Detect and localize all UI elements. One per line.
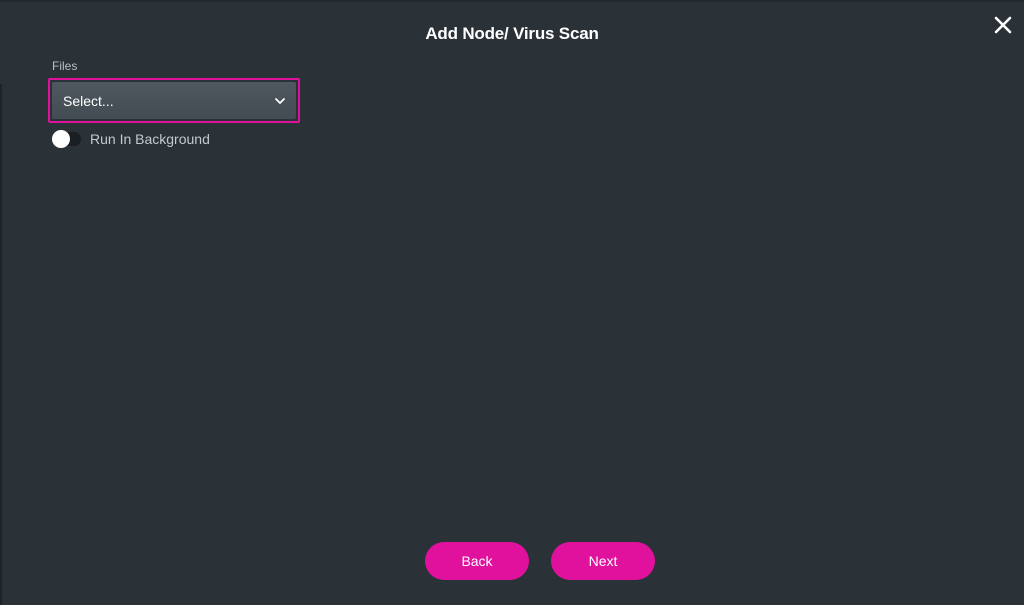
close-button[interactable] [990, 12, 1016, 38]
chevron-down-icon [275, 98, 285, 104]
left-border [0, 84, 2, 605]
files-select-value: Select... [63, 93, 114, 109]
next-button[interactable]: Next [551, 542, 655, 580]
toggle-knob [52, 130, 70, 148]
files-select-focus-ring: Select... [48, 78, 300, 123]
back-button[interactable]: Back [425, 542, 529, 580]
run-in-background-label: Run In Background [90, 131, 210, 147]
files-select[interactable]: Select... [52, 82, 296, 119]
files-label: Files [52, 59, 78, 73]
dialog-title: Add Node/ Virus Scan [425, 24, 599, 43]
close-icon [994, 16, 1012, 34]
top-border [0, 0, 1024, 2]
run-in-background-row: Run In Background [52, 130, 210, 148]
dialog: Add Node/ Virus Scan Files Select... Run… [0, 0, 1024, 605]
run-in-background-toggle[interactable] [52, 130, 81, 148]
